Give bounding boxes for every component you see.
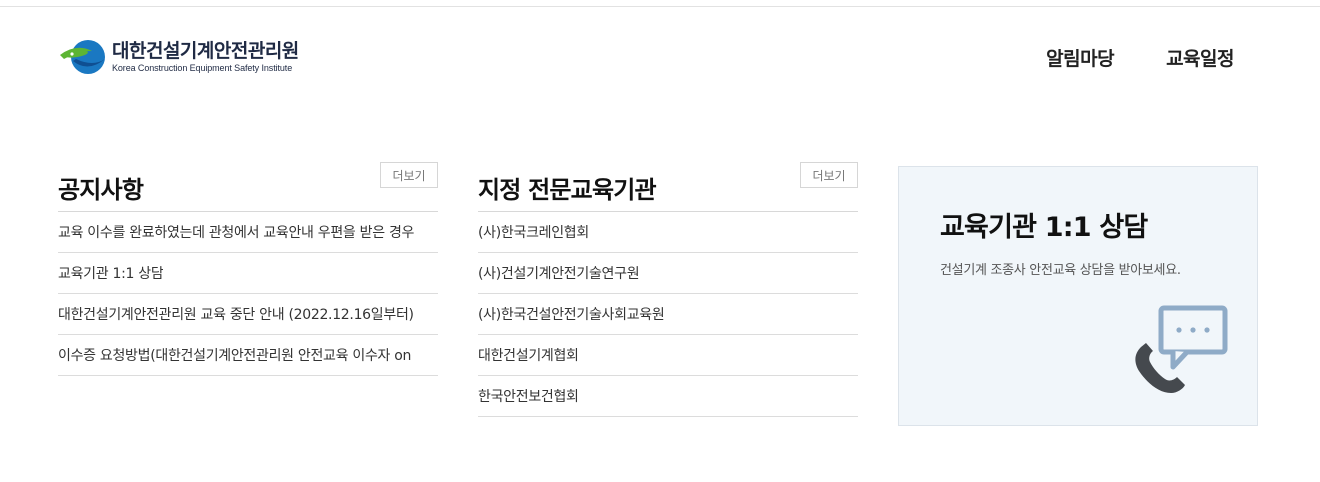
notice-item-text: 대한건설기계안전관리원 교육 중단 안내 (2022.12.16일부터) xyxy=(58,307,414,323)
notice-list-item[interactable]: 이수증 요청방법(대한건설기계안전관리원 안전교육 이수자 on xyxy=(58,335,438,376)
institution-item-text: (사)건설기계안전기술연구원 xyxy=(478,266,640,282)
consult-description: 건설기계 조종사 안전교육 상담을 받아보세요. xyxy=(940,263,1181,278)
institution-list-item[interactable]: (사)한국크레인협회 xyxy=(478,212,858,253)
notice-list-item[interactable]: 교육 이수를 완료하였는데 관청에서 교육안내 우편을 받은 경우 xyxy=(58,212,438,253)
institution-list-item[interactable]: 한국안전보건협회 xyxy=(478,376,858,417)
notice-title: 공지사항 xyxy=(58,176,144,204)
institutions-title: 지정 전문교육기관 xyxy=(478,176,657,204)
institutions-more-button[interactable]: 더보기 xyxy=(800,162,858,188)
logo-name-korean: 대한건설기계안전관리원 xyxy=(112,40,299,62)
institution-item-text: (사)한국건설안전기술사회교육원 xyxy=(478,307,665,323)
institution-item-text: 한국안전보건협회 xyxy=(478,389,579,405)
notice-item-text: 교육기관 1:1 상담 xyxy=(58,266,164,282)
site-logo[interactable]: 대한건설기계안전관리원 Korea Construction Equipment… xyxy=(58,37,299,77)
institution-item-text: 대한건설기계협회 xyxy=(478,348,579,364)
institution-item-text: (사)한국크레인협회 xyxy=(478,225,589,241)
logo-emblem-icon xyxy=(58,37,108,77)
institution-list-item[interactable]: (사)한국건설안전기술사회교육원 xyxy=(478,294,858,335)
main-nav: 알림마당 교육일정 xyxy=(1046,44,1234,71)
notice-item-text: 교육 이수를 완료하였는데 관청에서 교육안내 우편을 받은 경우 xyxy=(58,225,415,241)
notice-item-text: 이수증 요청방법(대한건설기계안전관리원 안전교육 이수자 on xyxy=(58,348,412,364)
notice-list-item[interactable]: 대한건설기계안전관리원 교육 중단 안내 (2022.12.16일부터) xyxy=(58,294,438,335)
institutions-board: 지정 전문교육기관 더보기 (사)한국크레인협회 (사)건설기계안전기술연구원 … xyxy=(478,162,858,417)
notice-list-item[interactable]: 교육기관 1:1 상담 xyxy=(58,253,438,294)
nav-item-notice-board[interactable]: 알림마당 xyxy=(1046,44,1114,71)
notice-more-button[interactable]: 더보기 xyxy=(380,162,438,188)
phone-chat-icon xyxy=(1131,305,1231,397)
logo-name-english: Korea Construction Equipment Safety Inst… xyxy=(112,63,293,73)
nav-item-schedule[interactable]: 교육일정 xyxy=(1166,44,1234,71)
institution-list-item[interactable]: (사)건설기계안전기술연구원 xyxy=(478,253,858,294)
notice-board: 공지사항 더보기 교육 이수를 완료하였는데 관청에서 교육안내 우편을 받은 … xyxy=(58,162,438,376)
consult-title: 교육기관 1:1 상담 xyxy=(940,212,1148,243)
consult-banner[interactable]: 교육기관 1:1 상담 건설기계 조종사 안전교육 상담을 받아보세요. xyxy=(898,166,1258,426)
institution-list-item[interactable]: 대한건설기계협회 xyxy=(478,335,858,376)
top-divider xyxy=(0,6,1320,7)
